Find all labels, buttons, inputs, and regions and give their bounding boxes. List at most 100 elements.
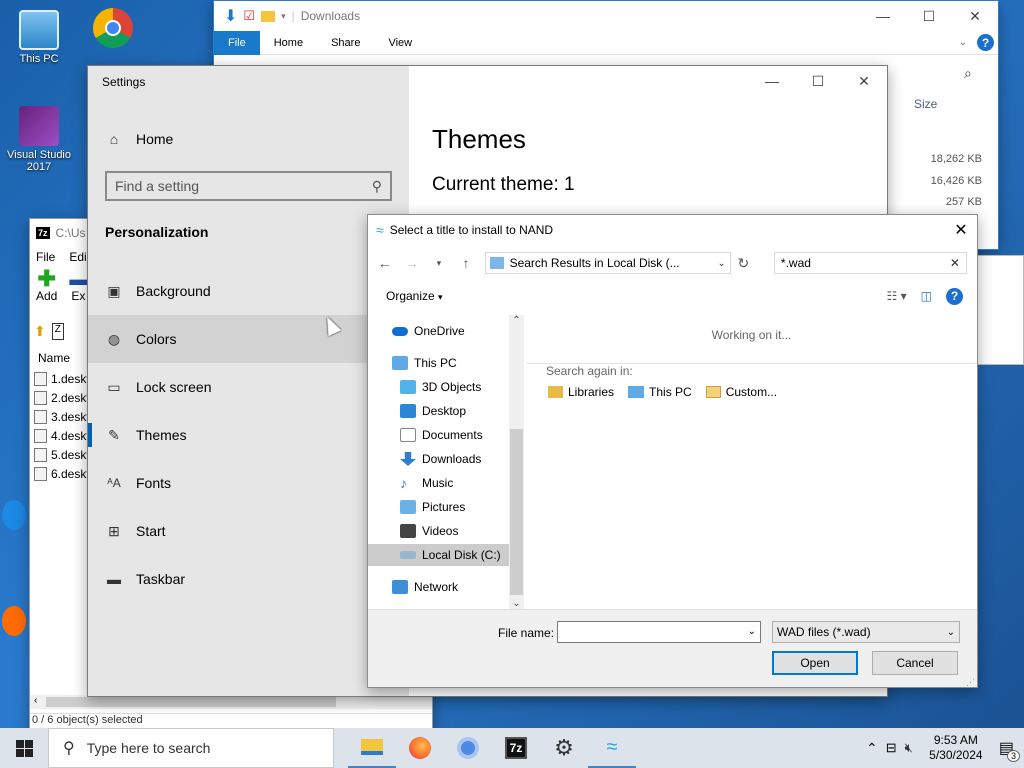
scroll-up-icon[interactable]: ⌃ xyxy=(509,315,524,326)
tree-item-music[interactable]: ♪ Music xyxy=(400,472,453,494)
search-again-libraries[interactable]: Libraries xyxy=(548,385,614,399)
chevron-down-icon[interactable]: ⌄ xyxy=(748,626,756,637)
scroll-down-icon[interactable]: ⌄ xyxy=(509,598,524,609)
search-input[interactable]: *.wad ✕ xyxy=(773,252,967,274)
ribbon-tab-home[interactable]: Home xyxy=(260,31,317,55)
preview-pane-icon[interactable]: ◫ xyxy=(921,289,932,303)
menu-file[interactable]: File xyxy=(36,250,55,264)
find-setting-input[interactable]: Find a setting ⚲ xyxy=(105,171,392,201)
explorer-title: Downloads xyxy=(300,9,361,23)
notification-center-icon[interactable]: ▤ 3 xyxy=(999,738,1020,762)
network-icon[interactable]: ⊟ xyxy=(886,740,897,756)
ribbon-tab-file[interactable]: File xyxy=(214,30,260,55)
nav-themes[interactable]: ✎ Themes xyxy=(88,411,409,459)
search-again-custom[interactable]: Custom... xyxy=(705,385,777,399)
taskbar-firefox[interactable] xyxy=(396,728,444,768)
tree-item-desktop[interactable]: Desktop xyxy=(400,400,466,422)
taskbar-7zip[interactable]: 7z xyxy=(492,728,540,768)
quick-access-dropdown-icon[interactable]: ▾ xyxy=(281,11,286,22)
scroll-thumb[interactable] xyxy=(510,429,523,595)
recent-dropdown-icon[interactable]: ▾ xyxy=(430,258,447,269)
desktop-icon-partial-2[interactable] xyxy=(0,606,28,639)
search-again-label: Search again in: xyxy=(546,364,633,378)
scroll-thumb[interactable] xyxy=(46,697,336,707)
address-bar[interactable]: Search Results in Local Disk (... ⌄ xyxy=(484,252,731,274)
tree-item-3d-objects[interactable]: 3D Objects xyxy=(400,376,481,398)
search-again-this-pc[interactable]: This PC xyxy=(628,385,692,399)
minimize-icon[interactable]: — xyxy=(749,66,795,96)
desktop-icon-chrome[interactable] xyxy=(78,8,148,51)
volume-muted-icon[interactable]: 🔇︎ xyxy=(905,740,913,756)
list-item[interactable]: 2.deskt xyxy=(34,388,90,407)
size-column-header[interactable]: Size xyxy=(914,97,937,111)
desktop-icon-this-pc[interactable]: This PC xyxy=(0,10,78,65)
chevron-up-icon[interactable]: ⌃ xyxy=(866,740,878,757)
nav-lock-screen[interactable]: ▭ Lock screen xyxy=(88,363,409,411)
close-icon[interactable]: ✕ xyxy=(841,66,887,96)
computer-icon xyxy=(628,386,645,398)
tree-item-pictures[interactable]: Pictures xyxy=(400,496,465,518)
tree-item-downloads[interactable]: Downloads xyxy=(400,448,481,470)
taskbar-settings[interactable]: ⚙ xyxy=(540,728,588,768)
taskbar-chromium[interactable] xyxy=(444,728,492,768)
nav-pane-scrollbar[interactable]: ⌃ ⌄ xyxy=(509,315,524,609)
tree-item-network[interactable]: Network xyxy=(392,576,458,598)
cancel-button[interactable]: Cancel xyxy=(872,651,958,675)
nav-home-label: Home xyxy=(136,131,174,147)
nav-taskbar[interactable]: ▬ Taskbar xyxy=(88,555,409,603)
extract-button[interactable]: ▬ Ex xyxy=(69,269,87,303)
help-icon[interactable]: ? xyxy=(946,287,963,305)
open-button[interactable]: Open xyxy=(772,651,858,675)
up-arrow-icon[interactable]: ↑ xyxy=(457,255,474,271)
maximize-icon[interactable]: ☐ xyxy=(795,66,841,96)
taskbar-dolphin[interactable]: ≈ xyxy=(588,728,636,768)
add-button[interactable]: ✚ Add xyxy=(36,268,57,304)
desktop-icon-partial-1[interactable] xyxy=(0,500,28,533)
nav-home[interactable]: ⌂ Home xyxy=(88,115,409,163)
explorer-search-icon[interactable]: ⌕ xyxy=(964,65,972,82)
resize-grip-icon[interactable]: ⋰ xyxy=(966,677,975,687)
nav-fonts[interactable]: ᴬA Fonts xyxy=(88,459,409,507)
help-icon[interactable]: ? xyxy=(977,34,994,51)
file-name-input[interactable]: ⌄ xyxy=(557,621,761,643)
organize-button[interactable]: Organize ▾ xyxy=(386,289,443,303)
tree-item-local-disk[interactable]: Local Disk (C:) xyxy=(368,544,509,566)
name-column-header[interactable]: Name xyxy=(38,351,70,365)
scroll-left-icon[interactable]: ‹ xyxy=(34,695,37,706)
tree-item-documents[interactable]: Documents xyxy=(400,424,483,446)
tree-item-videos[interactable]: Videos xyxy=(400,520,458,542)
ribbon-expand-icon[interactable]: ⌄ xyxy=(959,37,977,48)
file-type-select[interactable]: WAD files (*.wad) ⌄ xyxy=(772,621,960,643)
refresh-icon[interactable]: ↻ xyxy=(735,255,752,272)
list-item[interactable]: 6.deskt xyxy=(34,464,90,483)
list-item[interactable]: 4.deskt xyxy=(34,426,90,445)
minimize-icon[interactable]: — xyxy=(860,1,906,31)
horizontal-scrollbar[interactable]: ‹ xyxy=(30,695,432,709)
view-options-icon[interactable]: ☷ ▾ xyxy=(887,289,907,303)
open-file-dialog[interactable]: ≈ Select a title to install to NAND ✕ ← … xyxy=(367,214,978,688)
clear-search-icon[interactable]: ✕ xyxy=(950,256,960,270)
clock[interactable]: 9:53 AM 5/30/2024 xyxy=(921,733,991,763)
forward-arrow-icon[interactable]: → xyxy=(403,255,420,271)
list-item[interactable]: 1.deskt xyxy=(34,369,90,388)
ribbon-tab-share[interactable]: Share xyxy=(317,31,374,55)
nav-colors[interactable]: ◍ Colors xyxy=(88,315,409,363)
list-item[interactable]: 5.deskt xyxy=(34,445,90,464)
folder-up-icon[interactable]: ⬆ xyxy=(34,323,46,340)
list-item[interactable]: 3.deskt xyxy=(34,407,90,426)
nav-start[interactable]: ⊞ Start xyxy=(88,507,409,555)
ribbon-tab-view[interactable]: View xyxy=(374,31,426,55)
tree-item-this-pc[interactable]: This PC xyxy=(392,352,457,374)
back-arrow-icon[interactable]: ← xyxy=(376,255,393,271)
desktop-icon-visual-studio[interactable]: Visual Studio 2017 xyxy=(0,106,78,173)
close-icon[interactable]: ✕ xyxy=(952,1,998,31)
maximize-icon[interactable]: ☐ xyxy=(906,1,952,31)
taskbar-search-box[interactable]: ⚲ Type here to search xyxy=(48,728,334,768)
close-icon[interactable]: ✕ xyxy=(945,215,977,245)
dialog-titlebar[interactable]: ≈ Select a title to install to NAND xyxy=(368,215,977,245)
chevron-down-icon[interactable]: ⌄ xyxy=(717,258,725,269)
nav-background[interactable]: ▣ Background xyxy=(88,267,409,315)
tree-item-onedrive[interactable]: OneDrive xyxy=(392,320,465,342)
taskbar-file-explorer[interactable] xyxy=(348,728,396,768)
start-button[interactable] xyxy=(0,728,48,768)
